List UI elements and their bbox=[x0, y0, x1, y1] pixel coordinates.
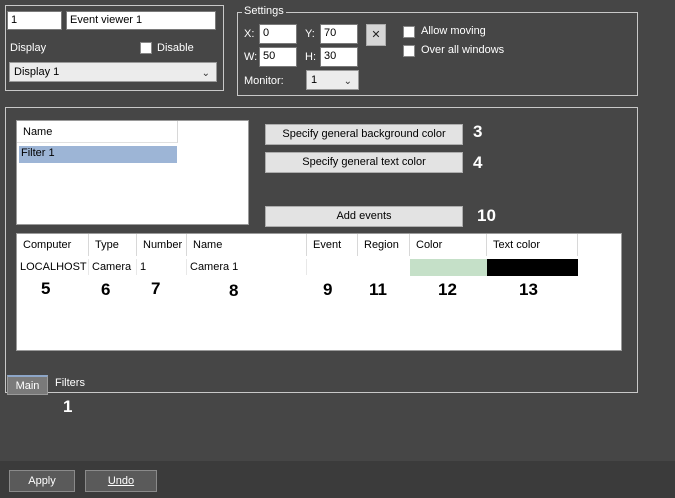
over-all-windows-checkbox[interactable] bbox=[403, 45, 415, 57]
callout-11: 11 bbox=[369, 280, 387, 299]
close-icon[interactable]: ✕ bbox=[366, 24, 386, 46]
monitor-select[interactable]: 1 ⌄ bbox=[306, 70, 359, 90]
id-field[interactable]: 1 bbox=[7, 11, 62, 30]
undo-button[interactable]: Undo bbox=[85, 470, 157, 492]
column-header-text-color[interactable]: Text color bbox=[487, 234, 578, 256]
callout-10: 10 bbox=[477, 206, 496, 225]
filter-list: Name Filter 1 bbox=[16, 120, 249, 225]
undo-button-label: Undo bbox=[107, 475, 135, 487]
column-header-type[interactable]: Type bbox=[89, 234, 137, 256]
cell-number: 1 bbox=[137, 259, 187, 275]
display-select[interactable]: Display 1 ⌄ bbox=[9, 62, 217, 82]
add-events-button[interactable]: Add events bbox=[265, 206, 463, 227]
y-field[interactable]: 70 bbox=[320, 24, 358, 44]
h-field[interactable]: 30 bbox=[320, 47, 358, 67]
x-field[interactable]: 0 bbox=[259, 24, 297, 44]
callout-4: 4 bbox=[473, 153, 483, 172]
callout-8: 8 bbox=[229, 281, 239, 300]
callout-13: 13 bbox=[519, 280, 538, 299]
name-field[interactable]: Event viewer 1 bbox=[66, 11, 216, 30]
disable-checkbox[interactable] bbox=[140, 42, 152, 54]
allow-moving-checkbox[interactable] bbox=[403, 26, 415, 38]
callout-6: 6 bbox=[101, 280, 111, 299]
table-row[interactable]: LOCALHOST Camera 1 Camera 1 bbox=[17, 259, 578, 276]
column-header-region[interactable]: Region bbox=[358, 234, 410, 256]
events-table: Computer Type Number Name Event Region C… bbox=[16, 233, 622, 351]
callout-12: 12 bbox=[438, 280, 457, 299]
chevron-down-icon: ⌄ bbox=[201, 68, 210, 79]
settings-legend: Settings bbox=[242, 5, 286, 17]
w-field[interactable]: 50 bbox=[259, 47, 297, 67]
filter-list-header: Name bbox=[17, 121, 178, 143]
h-label: H: bbox=[305, 51, 316, 63]
over-all-windows-label: Over all windows bbox=[421, 44, 505, 56]
callout-5: 5 bbox=[41, 279, 51, 298]
filter-list-item-label: Filter 1 bbox=[21, 147, 55, 159]
y-label: Y: bbox=[305, 28, 315, 40]
allow-moving-label: Allow moving bbox=[421, 25, 486, 37]
chevron-down-icon: ⌄ bbox=[343, 76, 352, 87]
monitor-select-value: 1 bbox=[311, 74, 318, 86]
text-color-button[interactable]: Specify general text color bbox=[265, 152, 463, 173]
column-header-color[interactable]: Color bbox=[410, 234, 487, 256]
disable-label: Disable bbox=[157, 42, 194, 54]
w-label: W: bbox=[244, 51, 258, 63]
column-header-computer[interactable]: Computer bbox=[17, 234, 89, 256]
column-header-event[interactable]: Event bbox=[307, 234, 358, 256]
apply-button[interactable]: Apply bbox=[9, 470, 75, 492]
cell-type: Camera bbox=[89, 259, 137, 275]
monitor-label: Monitor: bbox=[244, 75, 284, 87]
column-header-number[interactable]: Number bbox=[137, 234, 187, 256]
color-swatch[interactable] bbox=[410, 259, 487, 276]
bg-color-button[interactable]: Specify general background color bbox=[265, 124, 463, 145]
filter-list-item[interactable]: Filter 1 bbox=[19, 146, 177, 163]
tab-main[interactable]: Main bbox=[7, 375, 48, 395]
callout-9: 9 bbox=[323, 280, 333, 299]
x-label: X: bbox=[244, 28, 255, 40]
callout-2: 2 bbox=[185, 143, 195, 162]
display-select-value: Display 1 bbox=[14, 66, 60, 78]
text-color-swatch[interactable] bbox=[487, 259, 578, 276]
cell-computer: LOCALHOST bbox=[17, 259, 89, 275]
tab-filters[interactable]: Filters bbox=[50, 374, 90, 394]
display-label: Display bbox=[10, 42, 47, 54]
callout-3: 3 bbox=[473, 122, 483, 141]
column-header-name[interactable]: Name bbox=[187, 234, 307, 256]
callout-7: 7 bbox=[151, 279, 161, 298]
callout-1: 1 bbox=[63, 397, 73, 416]
cell-name: Camera 1 bbox=[187, 259, 307, 275]
